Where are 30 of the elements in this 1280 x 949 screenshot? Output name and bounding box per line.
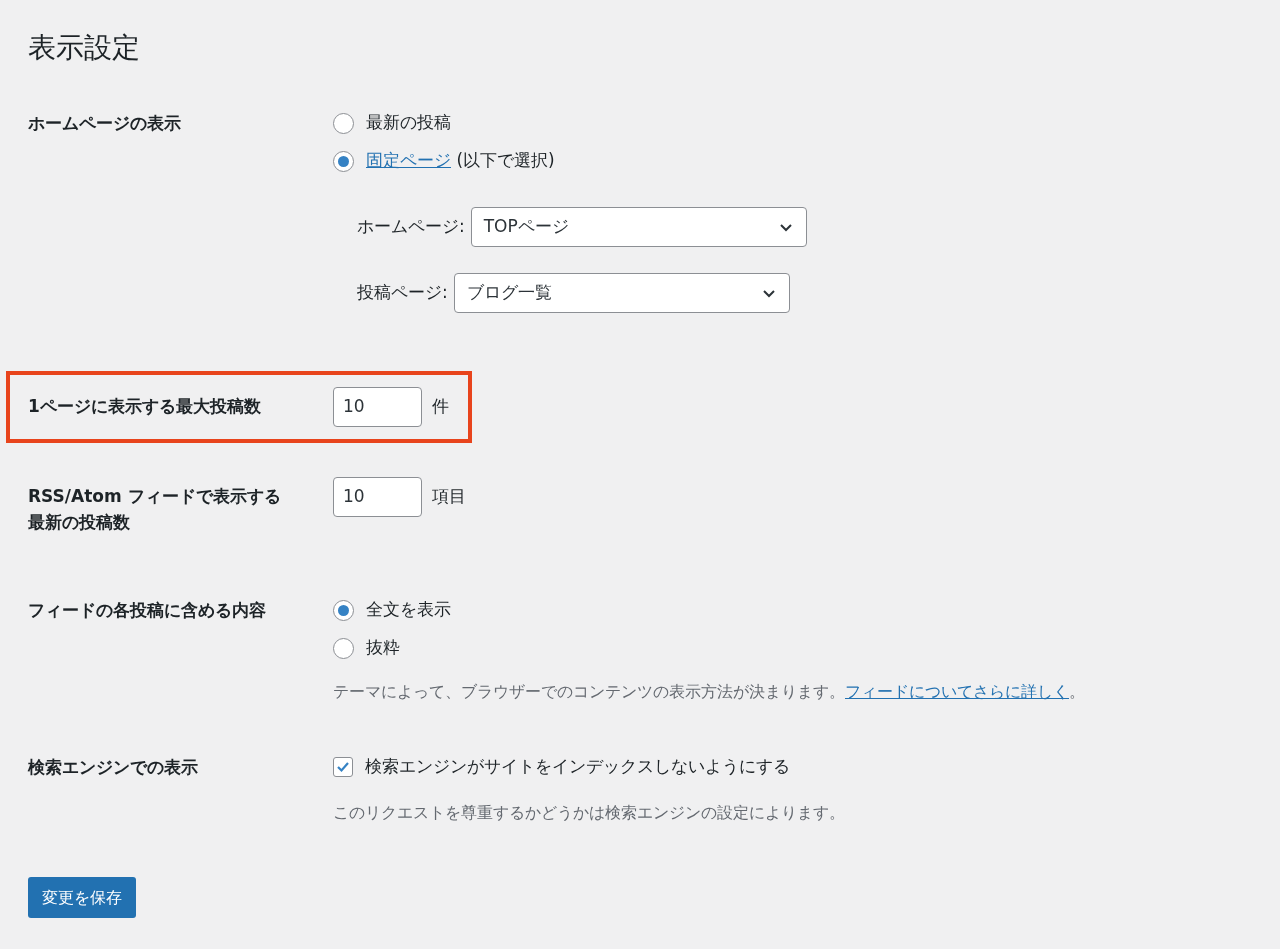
select-label: 投稿ページ: [357, 281, 448, 305]
page-title: 表示設定 [28, 30, 141, 66]
radio-button[interactable] [333, 150, 354, 172]
number-field[interactable]: 10 [333, 477, 422, 517]
option-link[interactable]: 固定ページ [366, 150, 451, 171]
description-text: このリクエストを尊重するかどうかは検索エンジンの設定によります。 [333, 802, 845, 824]
unit-label: 件 [432, 395, 449, 419]
page-select[interactable]: TOPページ [470, 207, 807, 247]
option-label: 最新の投稿 [366, 111, 451, 135]
checkbox-label: 検索エンジンがサイトをインデックスしないようにする [365, 755, 790, 779]
number-field[interactable]: 10 [333, 387, 422, 427]
learn-more-link[interactable]: フィードについてさらに詳しく [845, 682, 1069, 701]
setting-label: フィードの各投稿に含める内容 [28, 599, 267, 622]
setting-label: 1ページに表示する最大投稿数 [28, 395, 262, 418]
setting-label: 検索エンジンでの表示 [28, 756, 199, 779]
radio-button[interactable] [333, 112, 354, 134]
unit-label: 項目 [432, 485, 466, 509]
checkbox[interactable] [333, 757, 353, 777]
save-button[interactable]: 変更を保存 [28, 877, 136, 918]
description-text: テーマによって、ブラウザーでのコンテンツの表示方法が決まります。フィードについてさらに詳しく。 [333, 681, 1085, 703]
select-label: ホームページ: [357, 215, 465, 239]
option-label: 抜粋 [366, 636, 400, 660]
setting-label: ホームページの表示 [28, 112, 182, 135]
setting-label: RSS/Atom フィードで表示する [28, 485, 282, 508]
radio-button[interactable] [333, 599, 354, 621]
setting-label: 最新の投稿数 [28, 511, 131, 534]
page-select[interactable]: ブログ一覧 [453, 273, 790, 313]
radio-button[interactable] [333, 637, 354, 659]
option-label: 固定ページ (以下で選択) [366, 149, 555, 173]
option-label: 全文を表示 [366, 598, 451, 622]
